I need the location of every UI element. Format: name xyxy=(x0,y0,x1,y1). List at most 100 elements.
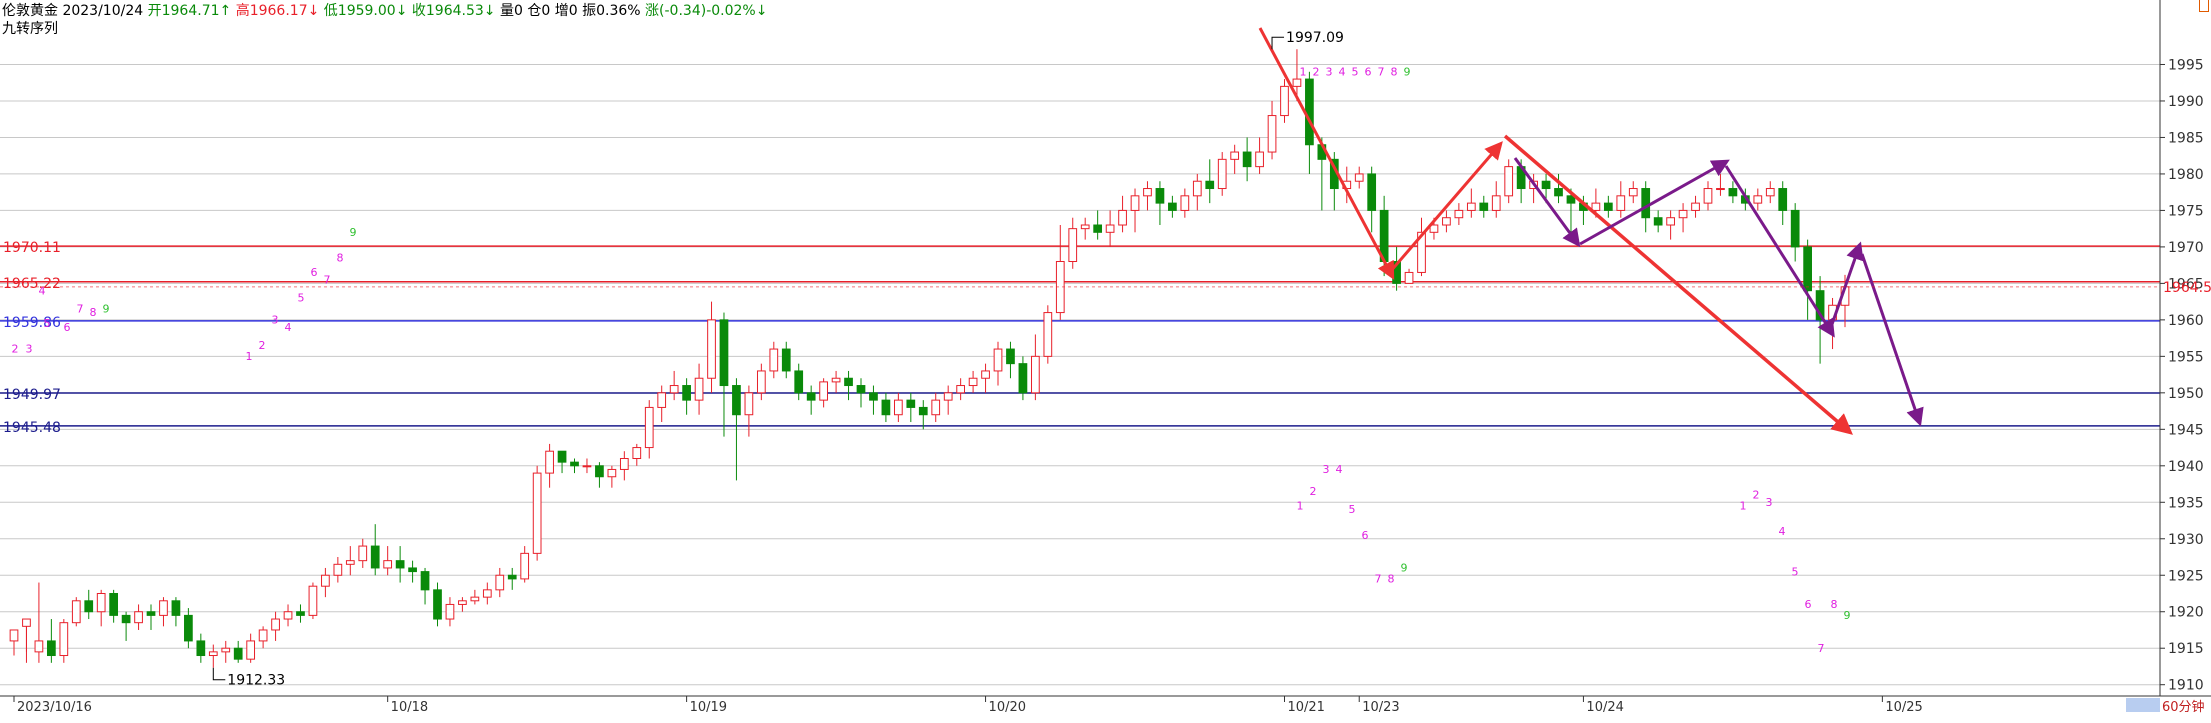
candle-body-up xyxy=(1616,195,1626,211)
td-count: 3 xyxy=(1326,65,1333,78)
symbol-name: 伦敦黄金 xyxy=(2,3,58,19)
candle-body-up xyxy=(34,640,44,653)
price-axis: 1910191519201925193019351940194519501955… xyxy=(0,0,2211,696)
candle-body-up xyxy=(1130,195,1140,211)
y-tick-label: 1910 xyxy=(2168,678,2204,694)
high-marker-label: 1997.09 xyxy=(1286,30,1344,46)
td-count: 5 xyxy=(1352,65,1359,78)
x-tick-label: 10/21 xyxy=(1287,700,1324,715)
candle-body-down xyxy=(1728,188,1738,197)
x-tick-label: 10/20 xyxy=(989,700,1026,715)
candle-body-down xyxy=(1641,188,1651,219)
candle-body-down xyxy=(395,560,405,569)
candle-body-up xyxy=(1255,151,1264,168)
time-axis: 2023/10/16 10/18 10/19 10/20 10/21 10/23 10/24… xyxy=(0,695,2211,715)
price-level-label: 1945.48 xyxy=(3,420,61,436)
td-count: 6 xyxy=(1365,65,1372,78)
td-count: 7 xyxy=(324,273,331,286)
candle-body-down xyxy=(1367,173,1377,211)
td-count: 7 xyxy=(1375,573,1382,586)
annotations: 1997.09 1912.33 xyxy=(212,30,1344,689)
candle-body-down xyxy=(906,399,916,408)
candle-body-up xyxy=(1105,224,1115,233)
candle-body-up xyxy=(1678,209,1688,219)
y-tick-label: 1925 xyxy=(2168,568,2204,584)
candle-body-down xyxy=(1790,209,1800,248)
candle-body-up xyxy=(968,377,978,387)
y-tick-label: 1980 xyxy=(2168,167,2204,183)
td-count: 6 xyxy=(1805,598,1812,611)
td-count: 5 xyxy=(298,292,305,305)
candle-body-down xyxy=(196,640,206,657)
candle-body-down xyxy=(918,406,928,416)
y-tick-label: 1915 xyxy=(2168,641,2204,657)
candle-body-up xyxy=(1280,85,1289,117)
td-count: 8 xyxy=(1391,65,1398,78)
candle-body-up xyxy=(607,468,617,478)
last-price-label: 1964.53 xyxy=(2163,280,2211,296)
td-count: 2 xyxy=(1753,489,1760,502)
corner-icon[interactable] xyxy=(2199,0,2209,12)
candle-body-down xyxy=(146,611,156,616)
candle-body-up xyxy=(1080,224,1090,230)
candle-body-up xyxy=(271,618,280,631)
td-count: 8 xyxy=(1388,573,1395,586)
candle-body-up xyxy=(1192,180,1202,197)
candle-body-up xyxy=(59,622,69,657)
candle-body-up xyxy=(1292,78,1302,87)
candle-body-up xyxy=(669,385,679,394)
candle-body-up xyxy=(458,600,467,605)
candle-body-up xyxy=(1217,158,1227,190)
candle-body-down xyxy=(84,600,94,613)
td-count: 6 xyxy=(64,321,71,334)
candle-body-up xyxy=(1504,166,1514,197)
candle-body-up xyxy=(283,611,293,620)
candle-body-down xyxy=(806,392,816,401)
candle-body-up xyxy=(96,592,106,613)
td-count: 2 xyxy=(1313,65,1320,78)
interest-change: 增0 xyxy=(554,3,578,19)
candle-body-down xyxy=(109,592,119,616)
amplitude: 振0.36% xyxy=(582,3,641,19)
candle-body-up xyxy=(981,370,990,379)
candle-body-down xyxy=(869,392,878,401)
candle-body-up xyxy=(246,640,256,660)
td-count: 2 xyxy=(259,339,266,352)
candle-body-down xyxy=(881,399,891,416)
candle-body-up xyxy=(71,600,81,624)
td-count: 7 xyxy=(1818,642,1825,655)
candle-body-down xyxy=(1479,202,1489,211)
td-count: 6 xyxy=(311,266,318,279)
candle-body-up xyxy=(22,618,31,627)
candle-body-up xyxy=(694,377,704,401)
timeframe-badge-bg xyxy=(2126,698,2160,712)
candle-body-up xyxy=(258,629,268,642)
candle-body-up xyxy=(1043,312,1053,357)
td-count: 5 xyxy=(1792,565,1799,578)
y-tick-label: 1920 xyxy=(2168,605,2204,621)
candle-body-down xyxy=(719,319,729,387)
candle-body-up xyxy=(495,574,505,591)
candle-body-up xyxy=(931,399,941,416)
candle-body-up xyxy=(744,392,754,416)
candle-body-down xyxy=(1168,202,1177,211)
candle-body-up xyxy=(1666,217,1675,226)
td-count: 2 xyxy=(12,343,19,356)
candle-body-up xyxy=(321,574,330,587)
candle-body-down xyxy=(1205,180,1215,190)
candle-body-down xyxy=(1305,78,1314,146)
candle-body-up xyxy=(1442,217,1451,226)
td-count: 3 xyxy=(272,314,279,327)
td-count: 3 xyxy=(1323,463,1330,476)
price-lines: 1970.11 1965.22 1959.86 1949.97 1945.48 xyxy=(0,240,2160,436)
candlestick-chart: 1970.111965.221959.861949.971945.48 2 345… xyxy=(0,0,2211,715)
candle-body-down xyxy=(781,348,791,372)
candle-body-up xyxy=(993,348,1003,372)
candle-body-up xyxy=(956,385,966,394)
candle-body-up xyxy=(1354,173,1364,182)
volume: 量0 xyxy=(499,3,523,19)
y-tick-label: 1945 xyxy=(2168,422,2204,438)
candle-body-up xyxy=(358,545,368,562)
candle-body-up xyxy=(1591,202,1601,211)
candle-body-up xyxy=(545,450,554,474)
